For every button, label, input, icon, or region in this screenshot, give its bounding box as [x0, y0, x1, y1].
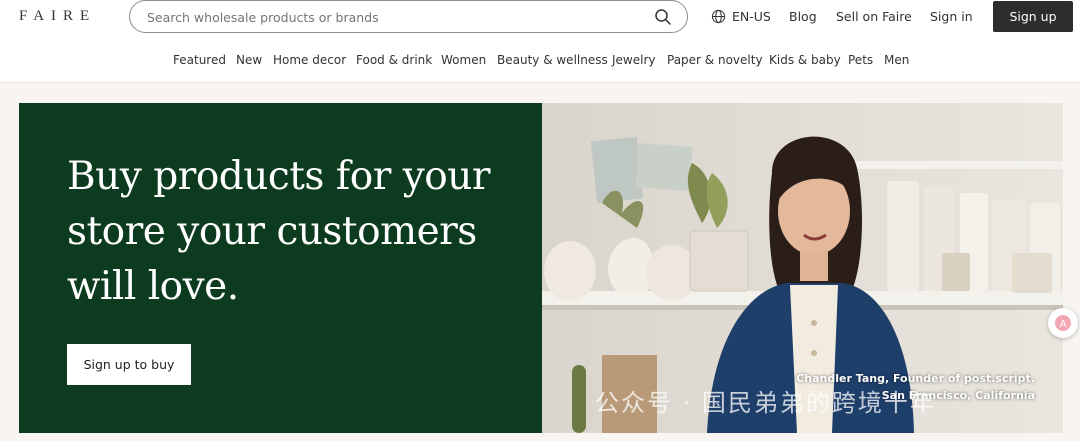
svg-text:A: A — [1060, 319, 1067, 330]
sign-in-label: Sign in — [930, 9, 973, 24]
hero-panel: Buy products for your store your custome… — [19, 103, 542, 433]
translate-widget[interactable]: A — [1048, 308, 1078, 338]
category-kids-baby[interactable]: Kids & baby — [769, 53, 841, 67]
category-men[interactable]: Men — [884, 53, 909, 67]
blog-label: Blog — [789, 9, 817, 24]
sell-on-faire-link[interactable]: Sell on Faire — [836, 0, 912, 33]
top-bar: FAIRE EN-US Blog Sell on Faire Sign in S… — [0, 0, 1080, 34]
blog-link[interactable]: Blog — [789, 0, 817, 33]
headline-line-3: will love. — [67, 264, 239, 309]
category-new[interactable]: New — [236, 53, 262, 67]
sign-in-link[interactable]: Sign in — [930, 0, 973, 33]
category-pets[interactable]: Pets — [848, 53, 873, 67]
search-input[interactable] — [147, 8, 637, 26]
language-selector[interactable]: EN-US — [711, 0, 771, 33]
search-icon[interactable] — [654, 8, 672, 26]
sign-up-button[interactable]: Sign up — [993, 1, 1073, 32]
category-jewelry[interactable]: Jewelry — [612, 53, 656, 67]
category-women[interactable]: Women — [441, 53, 486, 67]
category-home-decor[interactable]: Home decor — [273, 53, 346, 67]
language-label: EN-US — [732, 9, 771, 24]
category-nav: Featured New Home decor Food & drink Wom… — [0, 53, 1080, 73]
watermark-text: 公众号 · 国民弟弟的跨境十年 — [595, 389, 936, 417]
headline-line-2: store your customers — [67, 209, 477, 254]
sell-label: Sell on Faire — [836, 9, 912, 24]
globe-icon — [711, 9, 726, 24]
faire-logo[interactable]: FAIRE — [19, 8, 96, 25]
headline-line-1: Buy products for your — [67, 154, 491, 199]
search-bar[interactable] — [129, 0, 688, 33]
hero-headline: Buy products for your store your custome… — [67, 149, 507, 314]
category-paper-novelty[interactable]: Paper & novelty — [667, 53, 763, 67]
sign-up-to-buy-button[interactable]: Sign up to buy — [67, 344, 191, 385]
category-beauty-wellness[interactable]: Beauty & wellness — [497, 53, 608, 67]
category-food-drink[interactable]: Food & drink — [356, 53, 432, 67]
category-featured[interactable]: Featured — [173, 53, 226, 67]
translate-icon: A — [1055, 315, 1071, 331]
